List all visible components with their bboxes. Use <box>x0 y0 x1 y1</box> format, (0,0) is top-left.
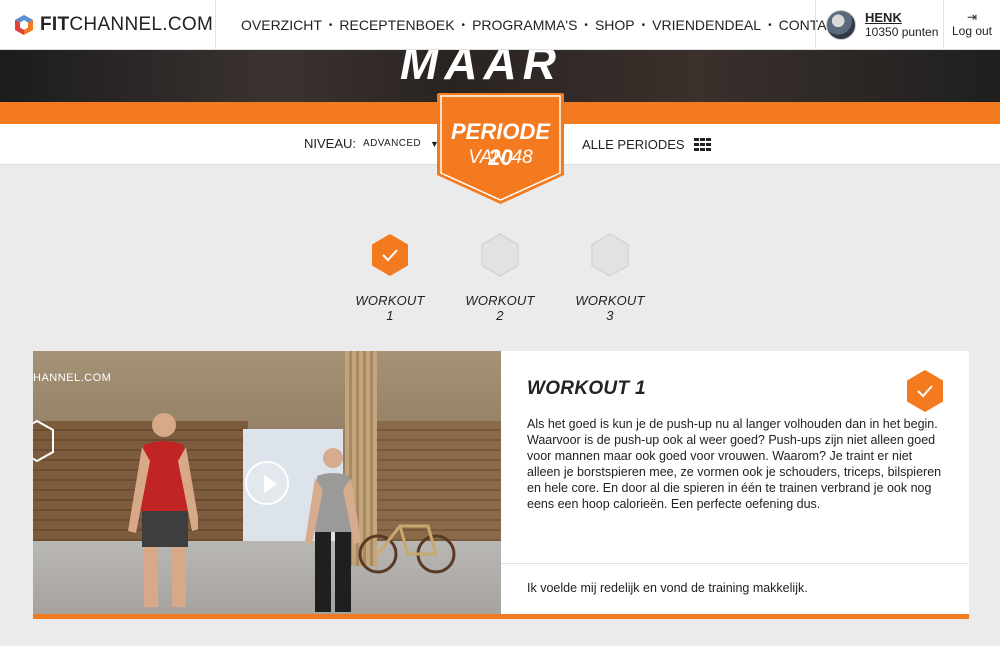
bicycle-image <box>358 524 456 574</box>
nav-overzicht[interactable]: OVERZICHT <box>241 17 322 33</box>
completed-check-icon <box>907 370 943 412</box>
nav-separator: • <box>768 19 772 31</box>
main-nav: OVERZICHT • RECEPTENBOEK • PROGRAMMA'S •… <box>241 0 845 50</box>
card-divider <box>501 563 969 564</box>
workout-label: WORKOUT 3 <box>575 293 645 323</box>
workout-completed-hex-icon <box>372 234 408 276</box>
workout-info: WORKOUT 1 Als het goed is kun je de push… <box>501 351 969 614</box>
niveau-dropdown[interactable]: NIVEAU: ADVANCED ▼ <box>304 136 439 151</box>
nav-separator: • <box>584 19 588 31</box>
nav-vriendendeal[interactable]: VRIENDENDEAL <box>652 17 761 33</box>
workout-pending-hex-icon <box>481 233 519 277</box>
top-header: FITCHANNEL.COM OVERZICHT • RECEPTENBOEK … <box>0 0 1000 50</box>
workout-description: Als het goed is kun je de push-up nu al … <box>527 417 942 511</box>
niveau-label: NIVEAU: <box>304 136 357 151</box>
header-divider <box>943 0 944 50</box>
workout-feedback: Ik voelde mij redelijk en vond de traini… <box>527 581 808 595</box>
logo-hex-outline-icon <box>33 419 54 463</box>
workout-title: WORKOUT 1 <box>527 378 646 399</box>
grid-icon <box>693 138 711 151</box>
site-logo[interactable]: FITCHANNEL.COM <box>14 12 213 38</box>
workout-selector-3[interactable]: WORKOUT 3 <box>570 233 650 323</box>
workout-video[interactable]: HANNEL.COM <box>33 351 501 614</box>
header-divider <box>215 0 216 50</box>
workout-pending-hex-icon <box>591 233 629 277</box>
all-periods-label: ALLE PERIODES <box>582 137 685 152</box>
nav-separator: • <box>461 19 466 31</box>
header-divider <box>815 0 816 50</box>
workout-selector-1[interactable]: WORKOUT 1 <box>350 233 430 323</box>
workout-label: WORKOUT 1 <box>355 293 425 323</box>
nav-receptenboek[interactable]: RECEPTENBOEK <box>339 17 454 33</box>
nav-shop[interactable]: SHOP <box>595 17 635 33</box>
user-profile[interactable]: HENK 10350 punten <box>826 10 938 40</box>
period-total: VAN 48 <box>468 147 533 168</box>
nav-programmas[interactable]: PROGRAMMA'S <box>472 17 577 33</box>
play-button[interactable] <box>245 461 289 505</box>
logout-label: Log out <box>951 24 993 38</box>
trainer-woman-image <box>305 448 361 612</box>
hero-overlay-text: MAAR <box>400 50 562 89</box>
logo-text-rest: CHANNEL.COM <box>69 14 214 35</box>
logout-icon: ⇥ <box>966 10 978 24</box>
workout-selector-2[interactable]: WORKOUT 2 <box>460 233 540 323</box>
nav-separator: • <box>328 19 333 31</box>
period-badge: PERIODE 20 VAN 48 <box>437 93 564 205</box>
trainer-man-image <box>128 413 198 607</box>
user-points: 10350 punten <box>865 25 939 39</box>
nav-separator: • <box>641 19 646 31</box>
avatar[interactable] <box>826 10 856 40</box>
logo-text-bold: FIT <box>40 14 70 35</box>
workout-label: WORKOUT 2 <box>465 293 535 323</box>
niveau-value: ADVANCED <box>363 138 422 149</box>
user-name[interactable]: HENK <box>865 10 938 25</box>
workout-card: HANNEL.COM WORKOUT 1 Als het goed is kun… <box>33 351 969 619</box>
all-periods-button[interactable]: ALLE PERIODES <box>582 137 711 152</box>
logo-hex-icon <box>15 15 33 35</box>
logout-button[interactable]: ⇥ Log out <box>948 10 996 38</box>
video-watermark: HANNEL.COM <box>33 372 112 384</box>
